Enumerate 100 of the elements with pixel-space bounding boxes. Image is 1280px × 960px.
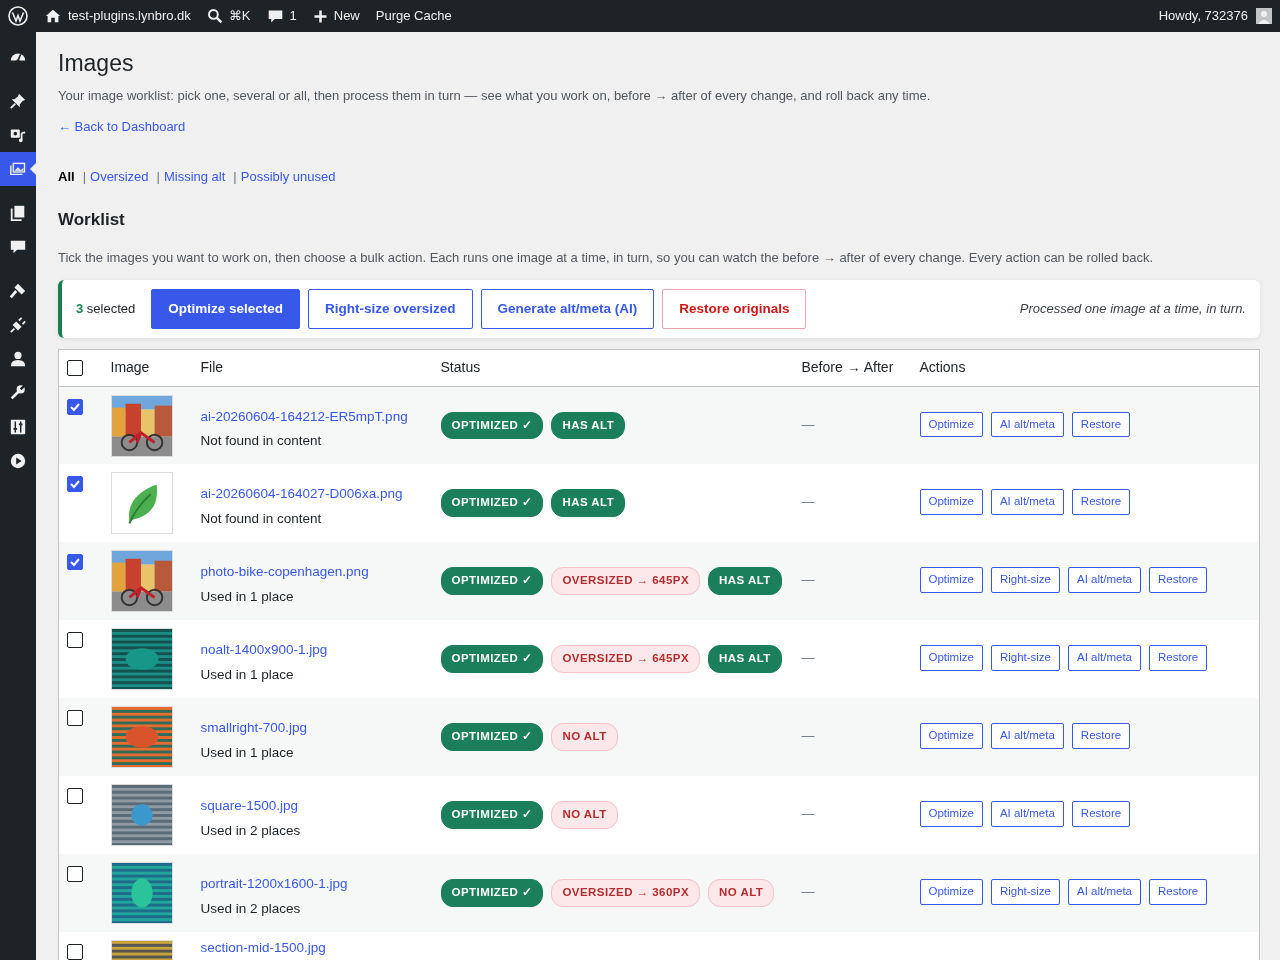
comments-link[interactable]: 1 <box>266 6 297 26</box>
filter-link[interactable]: Missing alt <box>163 166 226 187</box>
action-button[interactable]: Restore <box>1149 645 1208 671</box>
action-button[interactable]: Optimize <box>919 645 983 671</box>
separator: | <box>156 167 160 186</box>
filter-link[interactable]: Possibly unused <box>240 166 336 187</box>
filter-link[interactable]: Oversized <box>90 166 149 187</box>
wrench-icon <box>9 384 27 402</box>
file-link[interactable]: ai-20260604-164212-ER5mpT.png <box>200 407 425 428</box>
action-button[interactable]: Optimize <box>919 567 983 593</box>
usage-text: Used in 1 place <box>200 665 295 684</box>
action-button[interactable]: AI alt/meta <box>990 412 1064 438</box>
checkbox[interactable] <box>67 476 83 493</box>
images-icon <box>9 160 27 178</box>
action-button[interactable]: Right-size <box>990 879 1060 905</box>
checkbox[interactable] <box>67 866 83 883</box>
search-link[interactable]: ⌘K <box>206 6 251 26</box>
status-badge: HAS ALT <box>551 412 626 440</box>
action-button[interactable]: AI alt/meta <box>1068 645 1141 671</box>
checkbox[interactable] <box>67 944 83 960</box>
file-link[interactable]: portrait-1200x1600-1.jpg <box>200 874 425 895</box>
pages-icon <box>9 204 27 222</box>
purge-cache-link[interactable]: Purge Cache <box>375 6 452 26</box>
selected-count: 3 selected <box>76 300 136 319</box>
action-button[interactable]: AI alt/meta <box>1068 879 1141 905</box>
action-button[interactable]: Optimize <box>919 801 983 827</box>
status-badge: OPTIMIZED ✓ <box>440 567 544 595</box>
status-badge: HAS ALT <box>708 567 782 595</box>
usage-text: Used in 2 places <box>200 821 302 840</box>
intro-text: Your image worklist: pick one, several or all, then process them in turn — see what you work on, before → after of every change, and roll back any time. <box>58 86 932 105</box>
filter-link[interactable]: All <box>58 166 75 187</box>
site-link[interactable]: test-plugins.lynbro.dk <box>44 6 191 26</box>
action-button[interactable]: Restore <box>1149 879 1208 905</box>
plug-icon <box>9 316 27 334</box>
plus-icon <box>312 8 328 24</box>
column-header: File <box>200 359 224 376</box>
file-link[interactable]: ai-20260604-164027-D006xa.png <box>200 484 425 505</box>
status-badge: NO ALT <box>708 879 775 907</box>
home-icon <box>44 7 62 25</box>
before-after-text: — <box>801 650 815 666</box>
file-link[interactable]: noalt-1400x900-1.jpg <box>200 640 425 661</box>
checkbox[interactable] <box>67 788 83 805</box>
checkbox[interactable] <box>67 632 83 649</box>
action-button[interactable]: Right-size <box>990 645 1060 671</box>
file-link[interactable]: square-1500.jpg <box>200 796 425 817</box>
column-header: Actions <box>919 359 966 376</box>
usage-text: Not found in content <box>200 509 323 528</box>
status-badge: NO ALT <box>551 801 618 829</box>
action-button[interactable]: Restore <box>1071 489 1131 515</box>
separator: | <box>82 167 86 186</box>
action-button[interactable]: Restore <box>1149 567 1208 593</box>
status-badge: NO ALT <box>551 723 618 751</box>
checkbox[interactable] <box>67 399 83 415</box>
action-button[interactable]: AI alt/meta <box>990 801 1064 827</box>
new-link[interactable]: New <box>312 6 360 26</box>
usage-text: Used in 1 place <box>200 743 295 762</box>
bulk-action-button[interactable]: Right-size oversized <box>308 289 473 329</box>
bulk-action-button[interactable]: Optimize selected <box>151 289 301 329</box>
status-badge: OVERSIZED → 360PX <box>551 879 701 907</box>
status-badge: OPTIMIZED ✓ <box>440 645 544 673</box>
action-button[interactable]: Optimize <box>919 879 983 905</box>
section-heading: Worklist <box>58 210 126 231</box>
action-button[interactable]: Optimize <box>919 489 983 515</box>
bulk-action-button[interactable]: Generate alt/meta (AI) <box>480 289 655 329</box>
checkbox[interactable] <box>67 554 83 571</box>
action-button[interactable]: AI alt/meta <box>1068 567 1141 593</box>
brush-icon <box>9 282 27 300</box>
column-header: Image <box>110 359 150 376</box>
action-button[interactable]: Restore <box>1071 723 1131 749</box>
file-link[interactable]: photo-bike-copenhagen.png <box>200 562 425 583</box>
checkbox[interactable] <box>67 710 83 727</box>
before-after-text: — <box>801 417 815 432</box>
usage-text: Used in 1 place <box>200 587 295 606</box>
status-badge: OVERSIZED → 645PX <box>551 567 701 595</box>
action-button[interactable]: Optimize <box>919 412 983 438</box>
before-after-text: — <box>801 728 815 744</box>
before-after-text: — <box>801 494 815 510</box>
checkbox[interactable] <box>67 360 83 376</box>
action-button[interactable]: Restore <box>1071 412 1131 438</box>
status-badge: OPTIMIZED ✓ <box>440 489 544 517</box>
status-badge: HAS ALT <box>551 489 626 517</box>
description-text: Tick the images you want to work on, then choose a bulk action. Each runs one image at a time, in turn, so you can watch the before → after of every change. Every action can be rolled back. <box>58 249 1154 268</box>
column-header: Status <box>440 359 481 376</box>
status-badge: OPTIMIZED ✓ <box>440 723 544 751</box>
play-icon <box>9 452 27 470</box>
usage-text: Used in 2 places <box>200 899 302 918</box>
action-button[interactable]: Right-size <box>990 567 1060 593</box>
user-icon <box>9 350 27 368</box>
note-text: Processed one image at a time, in turn. <box>1019 300 1246 319</box>
action-button[interactable]: Restore <box>1071 801 1131 827</box>
file-link[interactable]: section-mid-1500.jpg <box>200 938 425 959</box>
separator: | <box>233 167 237 186</box>
bulk-action-button[interactable]: Restore originals <box>662 289 807 329</box>
action-button[interactable]: AI alt/meta <box>990 489 1064 515</box>
action-button[interactable]: Optimize <box>919 723 983 749</box>
status-badge: HAS ALT <box>708 645 782 673</box>
back-link[interactable]: ← Back to Dashboard <box>58 117 186 137</box>
account-link[interactable]: Howdy, 732376 <box>1158 6 1248 26</box>
file-link[interactable]: smallright-700.jpg <box>200 718 425 739</box>
action-button[interactable]: AI alt/meta <box>990 723 1064 749</box>
